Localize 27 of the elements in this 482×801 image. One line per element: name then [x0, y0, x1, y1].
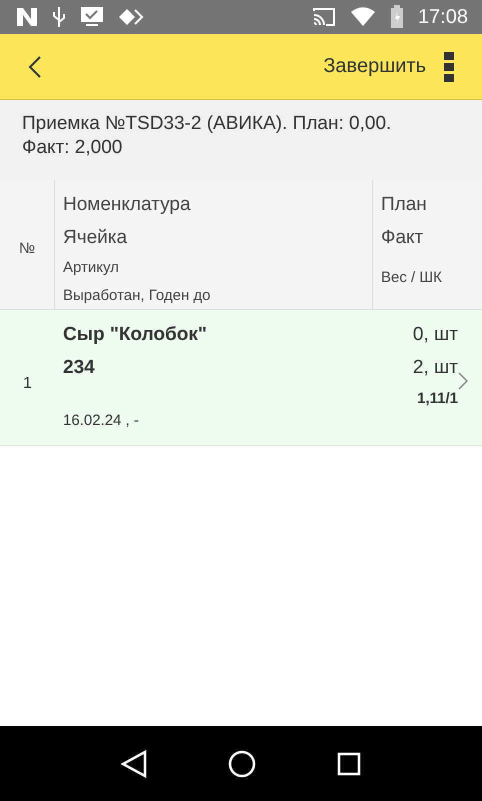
- column-header: Артикул: [63, 258, 120, 278]
- wifi-icon: [350, 7, 376, 27]
- monitor-check-icon: [80, 6, 104, 28]
- column-header: Вес / ШК: [381, 268, 443, 288]
- table-row[interactable]: 1 Сыр "Колобок" 234 16.02.24 , - 0, шт 2, шт 1,11/1: [0, 310, 482, 446]
- cast-icon: [312, 7, 336, 27]
- fact-quantity: 2, шт: [412, 356, 458, 380]
- column-header: Выработан, Годен до: [63, 286, 212, 306]
- finish-button[interactable]: Завершить: [319, 51, 430, 82]
- column-header: №: [18, 239, 36, 259]
- n-logo-icon: [16, 7, 38, 27]
- column-header: Ячейка: [63, 226, 128, 250]
- battery-icon: [390, 5, 404, 29]
- clock: 17:08: [418, 6, 468, 28]
- weight-barcode: 1,11/1: [416, 389, 458, 409]
- document-summary: Приемка №TSD33-2 (АВИКА). План: 0,00. Факт: 2,000: [0, 100, 482, 180]
- product-name: Сыр "Колобок": [63, 323, 208, 347]
- dates-text: 16.02.24 , -: [63, 412, 140, 429]
- column-header: План: [381, 193, 428, 217]
- diamond-arrow-icon: [118, 8, 144, 26]
- chevron-right-icon: [458, 372, 468, 390]
- cell-code: 234: [63, 356, 96, 380]
- row-number: 1: [23, 374, 32, 392]
- column-header: Факт: [381, 226, 424, 250]
- plan-quantity: 0, шт: [412, 323, 458, 347]
- column-header: Номенклатура: [63, 193, 192, 217]
- usb-icon: [52, 6, 66, 28]
